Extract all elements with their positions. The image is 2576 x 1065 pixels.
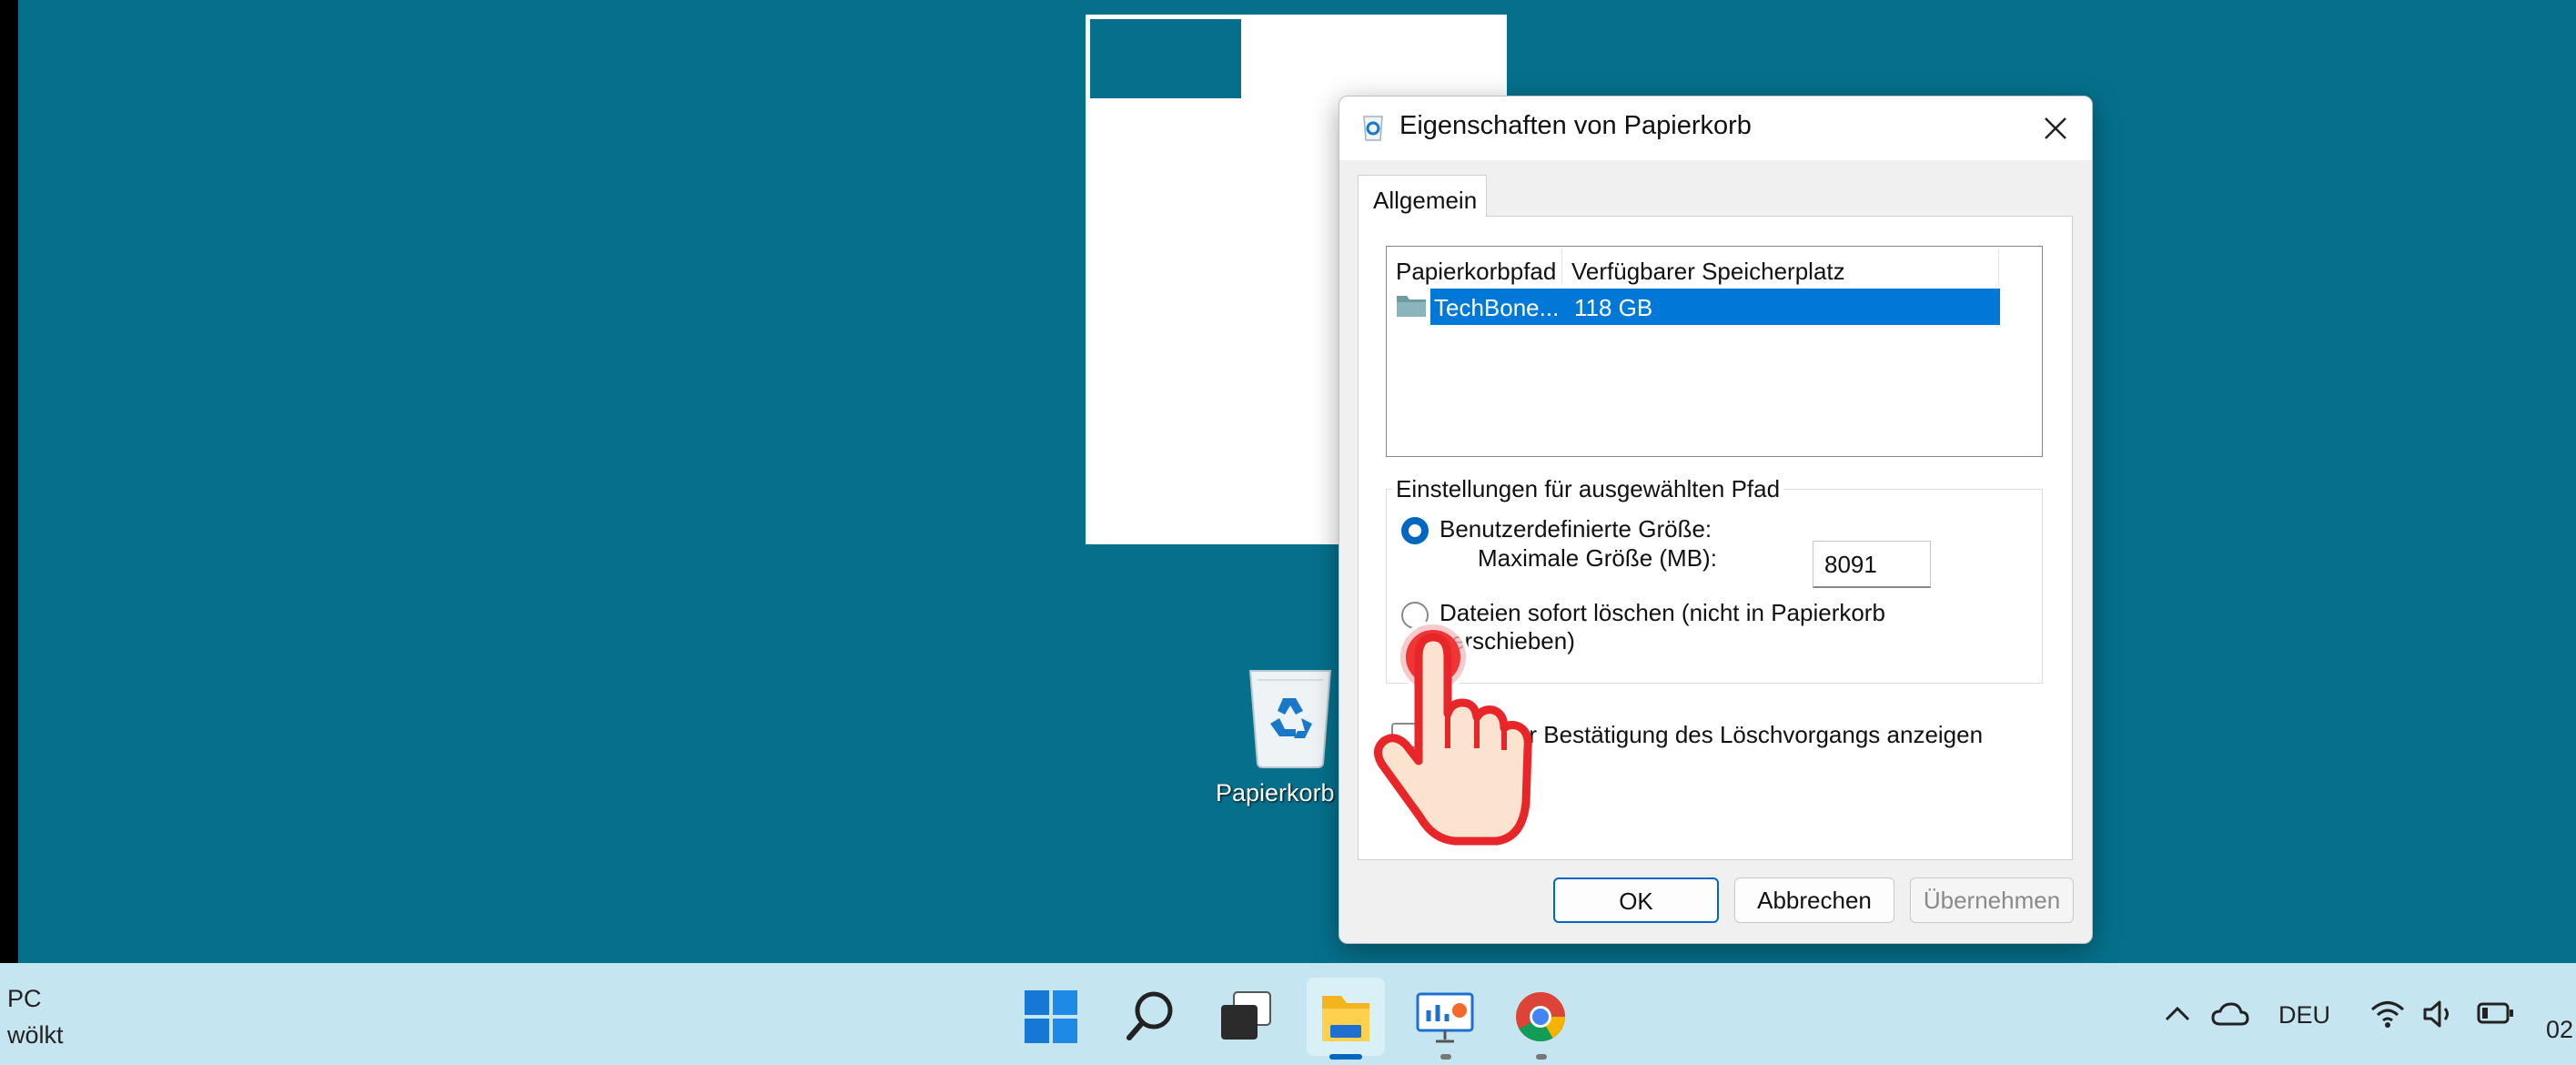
ok-button[interactable]: OK <box>1553 877 1719 923</box>
presentation-running-indicator <box>1440 1054 1451 1060</box>
settings-group-legend: Einstellungen für ausgewählten Pfad <box>1392 475 1784 503</box>
recycle-bin-path-list[interactable]: Papierkorbpfad Verfügbarer Speicherplatz… <box>1386 246 2043 457</box>
custom-size-radio[interactable] <box>1401 517 1429 544</box>
task-view-icon[interactable] <box>1219 990 1274 1043</box>
dialog-titlebar[interactable]: Eigenschaften von Papierkorb <box>1339 96 2092 160</box>
desktop-edge <box>0 0 18 963</box>
close-button[interactable] <box>2019 96 2092 160</box>
search-icon[interactable] <box>1125 990 1176 1043</box>
max-size-input[interactable]: 8091 <box>1813 541 1931 588</box>
recycle-bin-icon[interactable] <box>1237 660 1343 769</box>
max-size-label: Maximale Größe (MB): <box>1478 544 1717 572</box>
apply-button[interactable]: Übernehmen <box>1910 877 2074 923</box>
list-item[interactable]: TechBone... 118 GB <box>1430 289 2000 325</box>
selection-rectangle <box>1086 15 1246 103</box>
chrome-icon[interactable] <box>1514 990 1567 1043</box>
chevron-up-icon[interactable] <box>2164 1003 2191 1023</box>
column-header-path[interactable]: Papierkorbpfad <box>1387 248 1562 285</box>
wifi-icon[interactable] <box>2369 999 2406 1029</box>
weather-line2[interactable]: wölkt <box>7 1021 64 1050</box>
volume-icon[interactable] <box>2422 999 2459 1029</box>
recycle-bin-label[interactable]: Papierkorb <box>1216 779 1335 807</box>
folder-icon <box>1397 296 1426 317</box>
folder-icon <box>1322 996 1369 1041</box>
file-explorer-button[interactable] <box>1307 978 1385 1056</box>
close-icon <box>2045 117 2066 139</box>
file-explorer-active-indicator <box>1329 1054 1362 1060</box>
presentation-app-icon[interactable] <box>1416 990 1474 1043</box>
dialog-title: Eigenschaften von Papierkorb <box>1399 111 1752 140</box>
windows-start-icon[interactable] <box>1025 990 1077 1043</box>
weather-line1[interactable]: PC <box>7 985 42 1013</box>
battery-icon[interactable] <box>2477 1001 2515 1025</box>
clock[interactable]: 02 <box>2546 1016 2573 1044</box>
tab-allgemein[interactable]: Allgemein <box>1358 175 1487 217</box>
custom-size-label[interactable]: Benutzerdefinierte Größe: <box>1440 515 1712 543</box>
cancel-button[interactable]: Abbrechen <box>1734 877 1894 923</box>
row-space: 118 GB <box>1574 294 1653 321</box>
column-header-space[interactable]: Verfügbarer Speicherplatz <box>1562 248 1999 285</box>
chrome-running-indicator <box>1536 1054 1547 1060</box>
hand-pointer-icon <box>1374 621 1532 846</box>
language-indicator[interactable]: DEU <box>2278 1001 2330 1030</box>
taskbar: PC wölkt DEU 02 <box>0 963 2576 1065</box>
row-path: TechBone... <box>1434 294 1560 321</box>
recycle-bin-icon <box>1363 116 1383 141</box>
onedrive-icon[interactable] <box>2211 1001 2249 1027</box>
